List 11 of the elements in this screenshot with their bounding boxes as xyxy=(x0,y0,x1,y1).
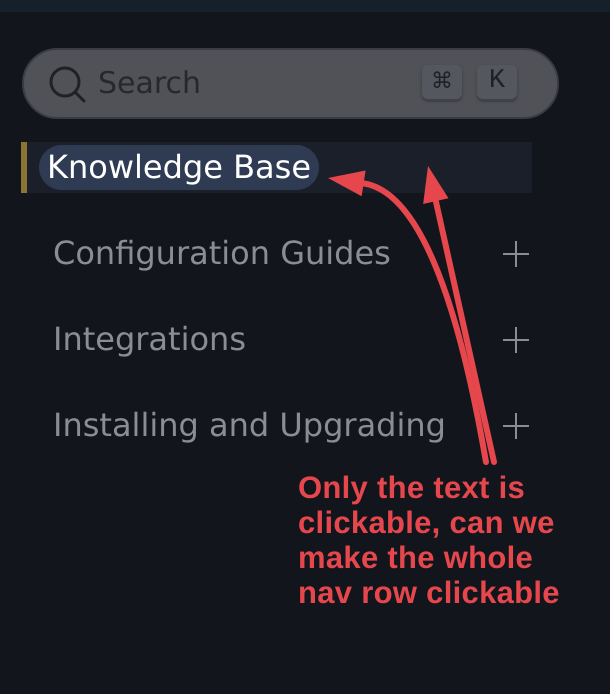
nav-link[interactable]: Knowledge Base xyxy=(39,145,319,190)
annotation-text: Only the text is clickable, can we make the whole nav row clickable xyxy=(298,470,561,610)
plus-icon[interactable] xyxy=(503,240,529,266)
nav-link[interactable]: Integrations xyxy=(53,317,246,362)
keyboard-key: K xyxy=(477,64,517,98)
plus-icon[interactable] xyxy=(503,326,529,352)
plus-icon[interactable] xyxy=(503,412,529,438)
nav-link[interactable]: Configuration Guides xyxy=(53,231,391,276)
nav-link[interactable]: Installing and Upgrading xyxy=(53,403,446,448)
keyboard-key: ⌘ xyxy=(422,64,462,98)
search-icon xyxy=(48,64,86,102)
